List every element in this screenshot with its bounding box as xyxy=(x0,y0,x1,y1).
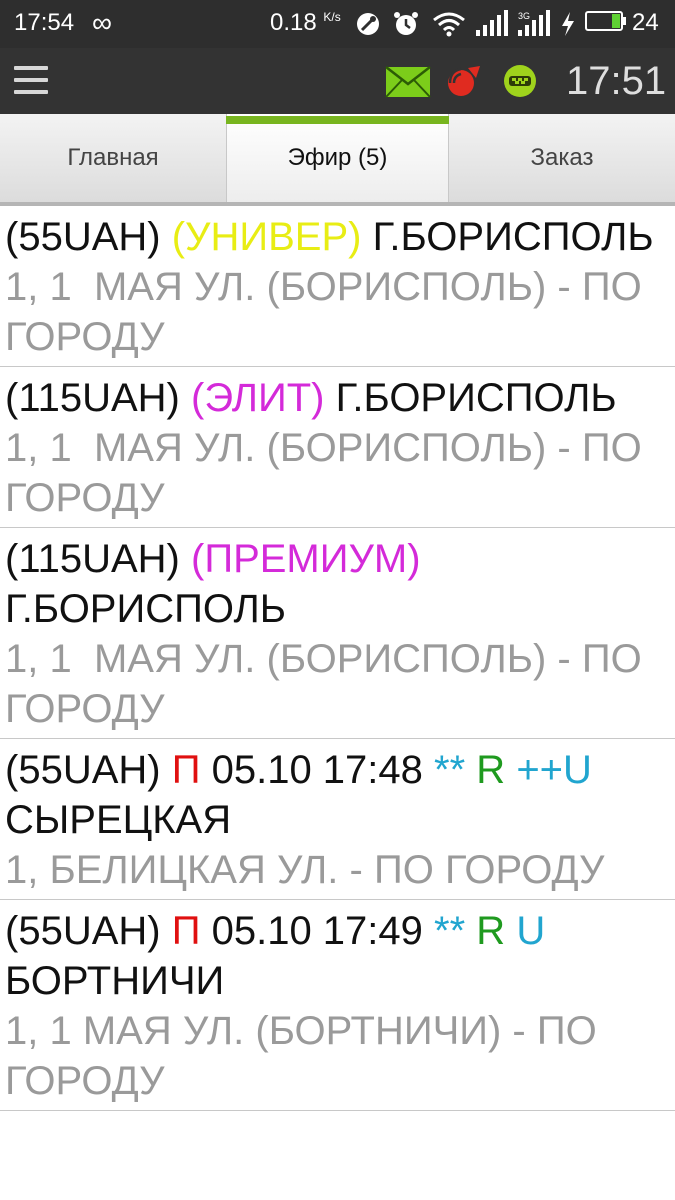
menu-icon[interactable] xyxy=(14,64,50,96)
order-header: (55UAH) П 05.10 17:49 ** R U БОРТНИЧИ xyxy=(5,906,671,1006)
order-area: БОРТНИЧИ xyxy=(5,959,225,1003)
order-stars: ** xyxy=(434,748,466,792)
order-area: Г.БОРИСПОЛЬ xyxy=(5,587,287,631)
order-tag: (ЭЛИТ) xyxy=(191,376,325,420)
infinity-icon: ∞ xyxy=(92,7,112,38)
order-price: (55UAH) xyxy=(5,215,161,259)
battery-level: 24 xyxy=(632,9,659,36)
order-r-mark: R xyxy=(476,748,506,792)
order-tag: (ПРЕМИУМ) xyxy=(191,537,421,581)
order-price: (55UAH) xyxy=(5,748,161,792)
tab-main[interactable]: Главная xyxy=(0,114,226,202)
order-area: Г.БОРИСПОЛЬ xyxy=(335,376,617,420)
wifi-icon xyxy=(433,12,465,37)
net-speed-unit: K/s xyxy=(323,10,341,24)
app-bar: 17:51 xyxy=(0,48,675,114)
tab-order[interactable]: Заказ xyxy=(449,114,675,202)
net-speed-value: 0.18 xyxy=(270,9,317,36)
order-item[interactable]: (115UAH) (ЭЛИТ) Г.БОРИСПОЛЬ 1, 1 МАЯ УЛ.… xyxy=(0,367,675,528)
order-header: (55UAH) П 05.10 17:48 ** R ++U СЫРЕЦКАЯ xyxy=(5,745,671,845)
order-r-mark: R xyxy=(476,909,506,953)
taxi-icon[interactable] xyxy=(502,63,538,99)
order-flag: П xyxy=(171,748,201,792)
order-u-mark: ++U xyxy=(516,748,592,792)
order-flag: П xyxy=(171,909,201,953)
battery-icon xyxy=(585,11,623,31)
gps-signal-icon[interactable] xyxy=(444,62,482,100)
order-item[interactable]: (115UAH) (ПРЕМИУМ) Г.БОРИСПОЛЬ 1, 1 МАЯ … xyxy=(0,528,675,739)
order-item[interactable]: (55UAH) П 05.10 17:48 ** R ++U СЫРЕЦКАЯ … xyxy=(0,739,675,900)
order-address: 1, 1 МАЯ УЛ. (БОРИСПОЛЬ) - ПО ГОРОДУ xyxy=(5,637,653,731)
order-tag: (УНИВЕР) xyxy=(171,215,362,259)
battery-cap xyxy=(623,17,626,25)
order-list: (55UAH) (УНИВЕР) Г.БОРИСПОЛЬ 1, 1 МАЯ УЛ… xyxy=(0,206,675,1111)
order-stars: ** xyxy=(434,909,466,953)
order-datetime: 05.10 17:48 xyxy=(211,748,423,792)
network-label: 3G xyxy=(518,11,530,21)
order-area: СЫРЕЦКАЯ xyxy=(5,798,232,842)
order-header: (55UAH) (УНИВЕР) Г.БОРИСПОЛЬ xyxy=(5,212,671,262)
order-datetime: 05.10 17:49 xyxy=(211,909,423,953)
signal-3g-icon: 3G xyxy=(518,10,550,36)
order-address: 1, 1 МАЯ УЛ. (БОРИСПОЛЬ) - ПО ГОРОДУ xyxy=(5,265,653,359)
order-address: 1, 1 МАЯ УЛ. (БОРИСПОЛЬ) - ПО ГОРОДУ xyxy=(5,426,653,520)
message-envelope-icon[interactable] xyxy=(385,66,431,98)
order-price: (55UAH) xyxy=(5,909,161,953)
status-bar: 17:54 ∞ 0.18 K/s 3G 24 xyxy=(0,0,675,48)
order-item[interactable]: (55UAH) (УНИВЕР) Г.БОРИСПОЛЬ 1, 1 МАЯ УЛ… xyxy=(0,206,675,367)
order-price: (115UAH) xyxy=(5,376,180,420)
order-u-mark: U xyxy=(516,909,546,953)
order-area: Г.БОРИСПОЛЬ xyxy=(372,215,654,259)
order-item[interactable]: (55UAH) П 05.10 17:49 ** R U БОРТНИЧИ 1,… xyxy=(0,900,675,1111)
net-speed: 0.18 K/s xyxy=(270,9,341,37)
order-address: 1, 1 МАЯ УЛ. (БОРТНИЧИ) - ПО ГОРОДУ xyxy=(5,1009,608,1103)
alarm-icon xyxy=(394,12,418,35)
order-header: (115UAH) (ПРЕМИУМ) Г.БОРИСПОЛЬ xyxy=(5,534,671,634)
order-address: 1, БЕЛИЦКАЯ УЛ. - ПО ГОРОДУ xyxy=(5,848,605,892)
order-price: (115UAH) xyxy=(5,537,180,581)
tab-air[interactable]: Эфир (5) xyxy=(226,114,449,202)
tab-bar: Главная Эфир (5) Заказ xyxy=(0,114,675,206)
signal-icon xyxy=(476,10,508,36)
app-clock: 17:51 xyxy=(566,59,667,103)
status-time: 17:54 xyxy=(14,9,75,36)
battery-fill xyxy=(611,14,620,28)
hotspot-icon xyxy=(357,13,379,35)
order-header: (115UAH) (ЭЛИТ) Г.БОРИСПОЛЬ xyxy=(5,373,671,423)
charging-icon xyxy=(562,12,574,36)
